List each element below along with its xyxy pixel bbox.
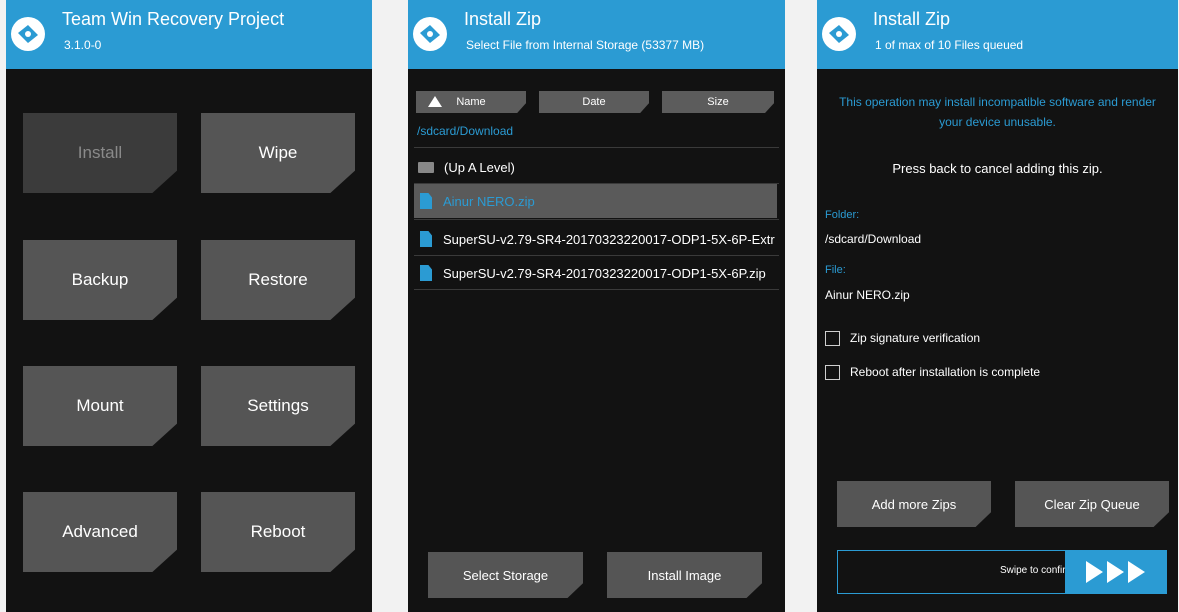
clear-zip-queue-button[interactable]: Clear Zip Queue xyxy=(1015,481,1169,527)
folder-label: Folder: xyxy=(825,209,860,221)
swipe-handle[interactable] xyxy=(1065,551,1166,593)
install-button[interactable]: Install xyxy=(23,113,177,193)
header-bar: Install Zip Select File from Internal St… xyxy=(408,0,785,69)
sort-by-date-button[interactable]: Date xyxy=(539,91,649,113)
divider xyxy=(414,289,779,290)
arrow-right-icon xyxy=(1107,561,1124,583)
install-zip-browser-screen: Install Zip Select File from Internal St… xyxy=(408,0,785,612)
sort-name-label: Name xyxy=(456,96,486,108)
settings-button[interactable]: Settings xyxy=(201,366,355,446)
file-row-label: SuperSU-v2.79-SR4-20170323220017-ODP1-5X… xyxy=(443,265,766,281)
checkbox-label: Zip signature verification xyxy=(850,331,981,345)
install-image-button[interactable]: Install Image xyxy=(607,552,762,598)
arrow-right-icon xyxy=(1086,561,1103,583)
file-value: Ainur NERO.zip xyxy=(825,288,910,302)
screen-title: Install Zip xyxy=(464,9,542,29)
divider xyxy=(414,219,779,220)
app-version: 3.1.0-0 xyxy=(64,38,102,52)
sort-by-name-button[interactable]: Name xyxy=(416,91,526,113)
file-row-supersu-zip[interactable]: SuperSU-v2.79-SR4-20170323220017-ODP1-5X… xyxy=(414,256,777,290)
swipe-to-confirm-slider[interactable]: Swipe to confirm Flash xyxy=(837,550,1167,594)
select-storage-button[interactable]: Select Storage xyxy=(428,552,583,598)
reboot-button[interactable]: Reboot xyxy=(201,492,355,572)
backup-button[interactable]: Backup xyxy=(23,240,177,320)
zip-file-icon xyxy=(420,231,432,247)
header-bar: Install Zip 1 of max of 10 Files queued xyxy=(817,0,1178,69)
folder-icon xyxy=(418,161,434,173)
divider xyxy=(414,147,779,148)
file-row-ainur-nero[interactable]: Ainur NERO.zip xyxy=(414,184,777,218)
checkbox-box xyxy=(825,330,840,346)
warning-text: This operation may install incompatible … xyxy=(839,95,1156,129)
twrp-logo-icon xyxy=(11,17,45,51)
advanced-button[interactable]: Advanced xyxy=(23,492,177,572)
queue-subtitle: 1 of max of 10 Files queued xyxy=(875,38,1024,52)
file-row-up-level[interactable]: (Up A Level) xyxy=(414,150,777,184)
zip-signature-checkbox[interactable]: Zip signature verification xyxy=(825,329,980,347)
checkbox-box xyxy=(825,364,840,380)
screen-title: Install Zip xyxy=(873,9,951,29)
twrp-logo-icon xyxy=(413,17,447,51)
zip-file-icon xyxy=(420,193,432,209)
sort-by-size-button[interactable]: Size xyxy=(662,91,774,113)
app-title: Team Win Recovery Project xyxy=(62,9,285,29)
checkbox-label: Reboot after installation is complete xyxy=(850,365,1041,379)
sort-date-label: Date xyxy=(582,96,606,108)
file-row-label: Ainur NERO.zip xyxy=(443,193,535,209)
arrow-right-icon xyxy=(1128,561,1145,583)
file-row-label: SuperSU-v2.79-SR4-20170323220017-ODP1-5X… xyxy=(443,231,775,247)
file-label: File: xyxy=(825,264,846,276)
file-row-label: (Up A Level) xyxy=(444,159,515,175)
mount-button[interactable]: Mount xyxy=(23,366,177,446)
wipe-button[interactable]: Wipe xyxy=(201,113,355,193)
zip-file-icon xyxy=(420,265,432,281)
sort-ascending-icon xyxy=(428,96,442,107)
reboot-after-install-checkbox[interactable]: Reboot after installation is complete xyxy=(825,363,1040,381)
current-path: /sdcard/Download xyxy=(417,124,514,138)
twrp-home-screen: Team Win Recovery Project 3.1.0-0 Instal… xyxy=(6,0,372,612)
header-bar: Team Win Recovery Project 3.1.0-0 xyxy=(6,0,372,69)
sort-size-label: Size xyxy=(707,96,729,108)
file-row-supersu-extract[interactable]: SuperSU-v2.79-SR4-20170323220017-ODP1-5X… xyxy=(414,222,777,256)
storage-subtitle: Select File from Internal Storage (53377… xyxy=(466,38,705,52)
cancel-hint: Press back to cancel adding this zip. xyxy=(892,161,1103,176)
add-more-zips-button[interactable]: Add more Zips xyxy=(837,481,991,527)
folder-value: /sdcard/Download xyxy=(825,232,922,246)
install-zip-confirm-screen: Install Zip 1 of max of 10 Files queued … xyxy=(817,0,1178,612)
restore-button[interactable]: Restore xyxy=(201,240,355,320)
twrp-logo-icon xyxy=(822,17,856,51)
